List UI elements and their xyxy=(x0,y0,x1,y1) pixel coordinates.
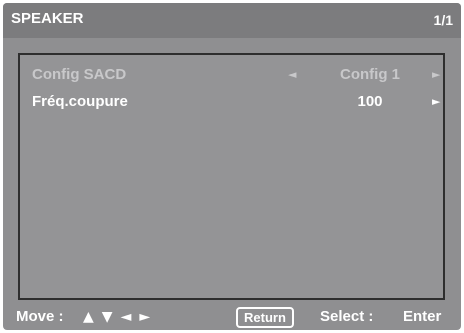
move-label: Move : xyxy=(16,308,64,325)
menu-item-config-sacd[interactable]: Config SACD ◄ Config 1 ► xyxy=(20,63,443,85)
up-arrow-icon: ▲ xyxy=(83,309,94,325)
select-label: Select : xyxy=(320,308,374,325)
enter-label: Enter xyxy=(403,308,442,325)
osd-window: SPEAKER 1/1 Config SACD ◄ Config 1 ► Fré… xyxy=(3,3,461,330)
menu-item-label: Config SACD xyxy=(32,66,127,83)
right-arrow-icon[interactable]: ► xyxy=(432,95,440,108)
title-bar: SPEAKER 1/1 xyxy=(3,3,461,38)
menu-panel: Config SACD ◄ Config 1 ► Fréq.coupure 10… xyxy=(18,53,445,300)
right-arrow-icon[interactable]: ► xyxy=(432,68,440,81)
menu-item-freq-coupure[interactable]: Fréq.coupure 100 ► xyxy=(20,90,443,112)
navigation-icons: ▲ ▼ ◄ ► xyxy=(83,309,158,325)
page-title: SPEAKER xyxy=(11,10,84,27)
menu-item-value: 100 xyxy=(357,93,383,110)
return-button[interactable]: Return xyxy=(236,307,294,328)
page-indicator: 1/1 xyxy=(433,12,453,28)
right-arrow-icon: ► xyxy=(139,309,151,325)
down-arrow-icon: ▼ xyxy=(101,309,113,325)
left-arrow-icon[interactable]: ◄ xyxy=(288,68,296,81)
menu-item-value: Config 1 xyxy=(340,66,400,83)
help-bar: Move : ▲ ▼ ◄ ► Return Select : Enter xyxy=(3,301,461,330)
left-arrow-icon: ◄ xyxy=(120,309,132,325)
menu-item-label: Fréq.coupure xyxy=(32,93,128,110)
